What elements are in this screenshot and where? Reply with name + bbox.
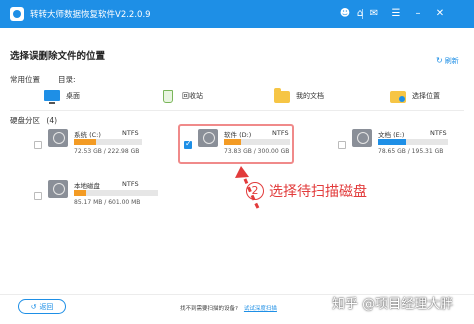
annotation-text: 选择待扫描磁盘 — [269, 184, 367, 200]
annotation-number: 2 — [246, 182, 264, 200]
annotation: 2 选择待扫描磁盘 — [246, 181, 367, 201]
footer-hint-text: 找不到需要扫描的设备? — [180, 306, 238, 312]
back-arrow-icon: ↺ — [30, 302, 37, 311]
back-button[interactable]: ↺ 返回 — [18, 299, 66, 314]
annotation-arrow-icon — [235, 166, 260, 209]
deep-scan-link[interactable]: 试试深度扫描 — [244, 306, 277, 312]
footer-hint: 找不到需要扫描的设备? 试试深度扫描 — [180, 304, 277, 312]
back-button-label: 返回 — [39, 302, 54, 311]
watermark: 知乎 @项目经理大胖 — [332, 297, 454, 312]
